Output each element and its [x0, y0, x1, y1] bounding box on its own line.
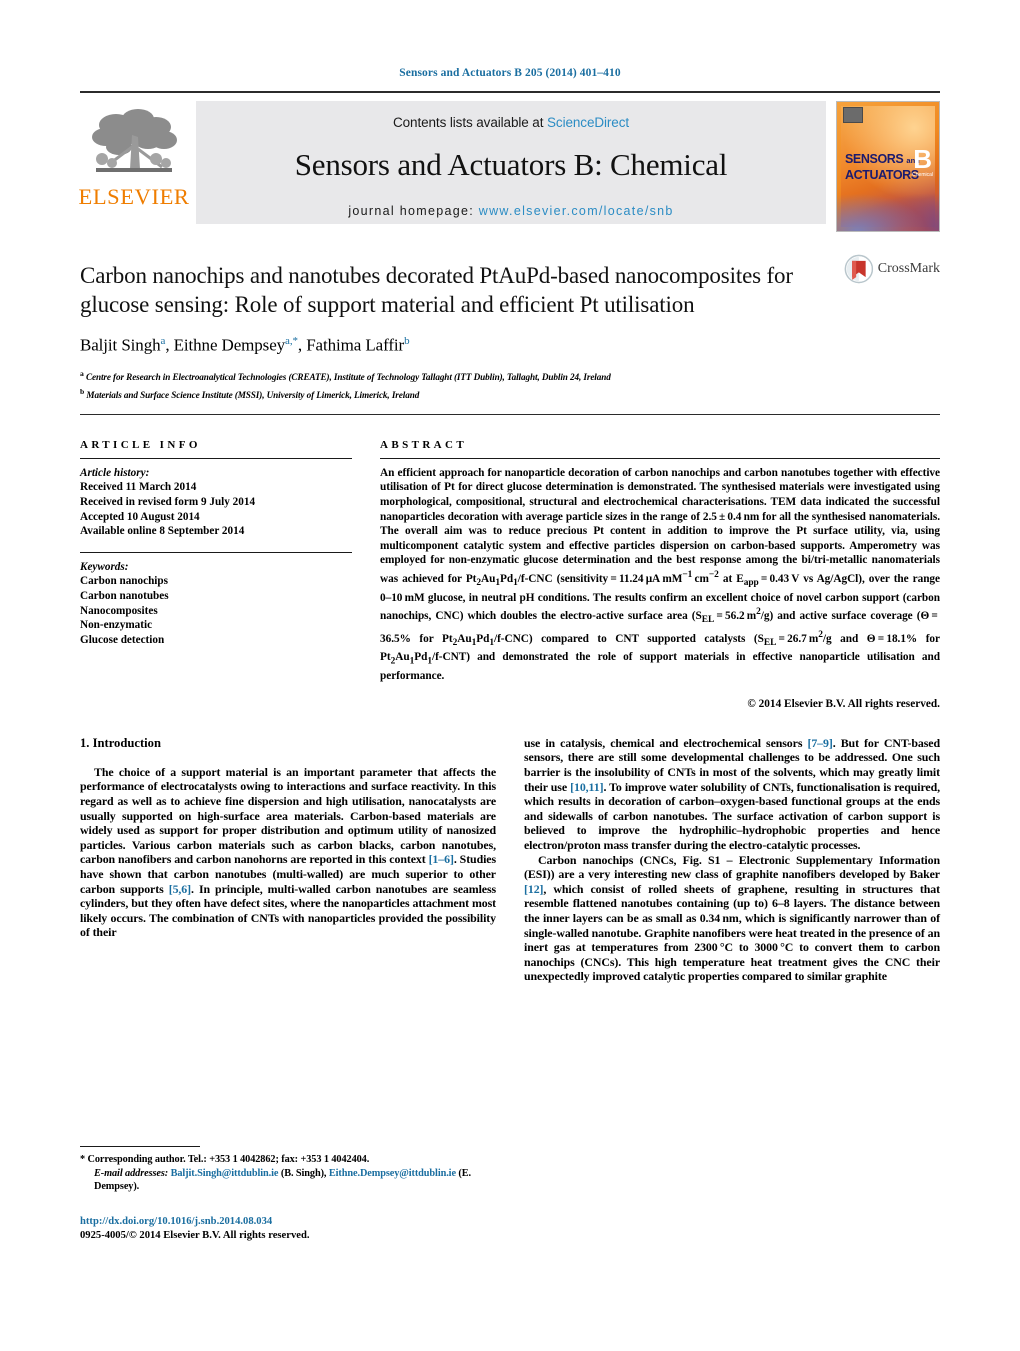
footnote-block: * Corresponding author. Tel.: +353 1 404…: [80, 1146, 500, 1244]
crossmark-label: CrossMark: [877, 261, 940, 276]
abstract-copyright: © 2014 Elsevier B.V. All rights reserved…: [747, 697, 940, 710]
affiliation-a-text: Centre for Research in Electroanalytical…: [85, 371, 611, 382]
homepage-label: journal homepage:: [348, 204, 474, 218]
article-history-label: Article history:: [80, 466, 150, 479]
author-list: Baljit Singha, Eithne Dempseya,*, Fathim…: [80, 335, 410, 355]
keyword-item: Glucose detection: [80, 633, 165, 646]
cover-line2: ACTUATORS: [845, 168, 919, 182]
cover-title-text: SENSORS and ACTUATORS: [845, 152, 920, 182]
paragraph: Carbon nanochips (CNCs, Fig. S1 – Electr…: [524, 852, 940, 984]
article-info-column: ARTICLE INFO Article history: Received 1…: [80, 439, 352, 710]
affiliation-b-text: Materials and Surface Science Institute …: [86, 389, 420, 400]
running-head: Sensors and Actuators B 205 (2014) 401–4…: [399, 67, 621, 79]
affiliations: a Centre for Research in Electroanalytic…: [80, 367, 940, 402]
history-item: Accepted 10 August 2014: [80, 510, 200, 523]
keywords-divider: [80, 551, 352, 553]
email-label: E-mail addresses:: [94, 1167, 169, 1179]
crossmark-badge[interactable]: CrossMark: [844, 246, 940, 292]
info-abstract-area: ARTICLE INFO Article history: Received 1…: [80, 415, 940, 710]
abstract-rule: [380, 457, 940, 459]
abstract-text: An efficient approach for nanoparticle d…: [380, 466, 940, 683]
keyword-item: Carbon nanochips: [80, 575, 168, 588]
cover-line1: SENSORS: [845, 152, 904, 166]
affiliation-a: a Centre for Research in Electroanalytic…: [80, 368, 611, 382]
cover-series-sub: Chemical: [912, 172, 933, 178]
keyword-item: Nanocomposites: [80, 604, 158, 617]
article-info-heading: ARTICLE INFO: [80, 438, 201, 451]
journal-cover-thumbnail[interactable]: SENSORS and ACTUATORS B Chemical: [836, 101, 940, 232]
article-info-rule: [80, 457, 352, 459]
elsevier-logo[interactable]: ELSEVIER: [78, 101, 190, 209]
page-title: Carbon nanochips and nanotubes decorated…: [80, 263, 793, 317]
elsevier-wordmark: ELSEVIER: [78, 184, 190, 209]
journal-title: Sensors and Actuators B: Chemical: [294, 147, 728, 182]
title-block: CrossMark Carbon nanochips and nanotubes…: [80, 228, 940, 402]
section-heading-introduction: 1. Introduction: [80, 735, 161, 750]
keyword-item: Non-enzymatic: [80, 619, 153, 632]
keywords-block: Keywords: Carbon nanochips Carbon nanotu…: [80, 560, 352, 648]
homepage-url[interactable]: www.elsevier.com/locate/snb: [479, 204, 674, 218]
history-item: Received 11 March 2014: [80, 481, 197, 494]
abstract-column: ABSTRACT An efficient approach for nanop…: [380, 439, 940, 710]
body-column-left: 1. Introduction The choice of a support …: [80, 736, 496, 984]
body-column-right: use in catalysis, chemical and electroch…: [524, 736, 940, 984]
keyword-item: Carbon nanotubes: [80, 589, 169, 602]
cover-publisher-stamp-icon: [843, 107, 863, 123]
journal-band: Contents lists available at ScienceDirec…: [196, 101, 826, 224]
footnote-rule: [80, 1146, 200, 1147]
doi-block: http://dx.doi.org/10.1016/j.snb.2014.08.…: [80, 1215, 500, 1244]
history-item: Available online 8 September 2014: [80, 525, 245, 538]
contents-prefix: Contents lists available at: [392, 115, 548, 130]
elsevier-tree-icon: [92, 109, 177, 172]
email-addresses-note: E-mail addresses: Baljit.Singh@ittdublin…: [80, 1167, 500, 1194]
keywords-label: Keywords:: [80, 560, 129, 573]
journal-masthead: ELSEVIER Contents lists available at Sci…: [78, 91, 940, 232]
sciencedirect-link[interactable]: ScienceDirect: [547, 115, 629, 130]
doi-link[interactable]: http://dx.doi.org/10.1016/j.snb.2014.08.…: [80, 1215, 500, 1230]
article-page: Sensors and Actuators B 205 (2014) 401–4…: [0, 0, 1020, 1351]
paragraph: use in catalysis, chemical and electroch…: [524, 735, 940, 852]
paragraph: The choice of a support material is an i…: [80, 764, 497, 940]
crossmark-icon: [844, 254, 874, 284]
body-columns: 1. Introduction The choice of a support …: [80, 710, 940, 984]
corresponding-author-note: * Corresponding author. Tel.: +353 1 404…: [80, 1154, 370, 1165]
cover-series-letter: B: [913, 144, 932, 174]
issn-copyright-line: 0925-4005/© 2014 Elsevier B.V. All right…: [80, 1230, 310, 1242]
affiliation-b: b Materials and Surface Science Institut…: [80, 386, 420, 400]
journal-homepage-line: journal homepage: www.elsevier.com/locat…: [196, 204, 826, 218]
history-item: Received in revised form 9 July 2014: [80, 495, 256, 508]
article-history: Article history: Received 11 March 2014 …: [80, 466, 352, 539]
cover-artwork-bottom: [837, 187, 939, 231]
abstract-heading: ABSTRACT: [380, 438, 468, 451]
contents-available-line: Contents lists available at ScienceDirec…: [196, 101, 826, 130]
